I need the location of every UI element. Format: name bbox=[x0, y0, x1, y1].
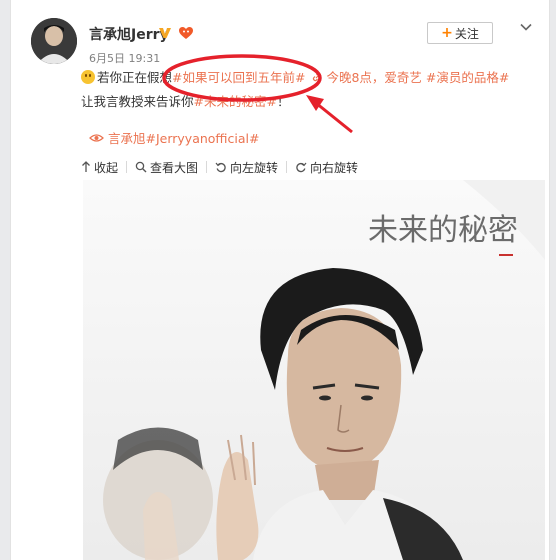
link-icon bbox=[313, 72, 322, 82]
toolbar-divider bbox=[126, 161, 128, 173]
image-toolbar: 收起 查看大图 向左旋转 向右旋转 bbox=[81, 156, 358, 178]
tongue-emoji-icon bbox=[81, 70, 95, 84]
view-large-image-button[interactable]: 查看大图 bbox=[135, 159, 198, 176]
verified-v-icon bbox=[159, 28, 171, 38]
plus-icon: + bbox=[441, 25, 453, 41]
collapse-label: 收起 bbox=[94, 160, 119, 175]
photo-watermark-title: 未来的秘密 bbox=[368, 213, 518, 248]
weibo-post-card: 言承旭Jerry 6月5日 19:31 + 关注 若你正在假想#如果可以回到五年… bbox=[10, 0, 550, 560]
toolbar-divider bbox=[286, 161, 288, 173]
post-text-part3: ！ bbox=[276, 94, 290, 109]
author-name[interactable]: 言承旭Jerry bbox=[89, 24, 169, 44]
magnifier-icon bbox=[135, 161, 147, 173]
rotate-right-button[interactable]: 向右旋转 bbox=[295, 159, 358, 176]
rotate-left-icon bbox=[215, 162, 226, 173]
iqiyi-link[interactable]: 今晚8点，爱奇艺 bbox=[326, 70, 421, 85]
super-topic-link[interactable]: 言承旭#Jerryyanofficial# bbox=[89, 128, 259, 147]
post-text: 若你正在假想#如果可以回到五年前# 今晚8点，爱奇艺 #演员的品格# 让我言教授… bbox=[81, 66, 541, 114]
rotate-right-icon bbox=[296, 162, 307, 173]
post-timestamp[interactable]: 6月5日 19:31 bbox=[89, 50, 160, 66]
post-photo[interactable]: 未来的秘密 bbox=[83, 180, 545, 560]
rotate-left-button[interactable]: 向左旋转 bbox=[215, 159, 278, 176]
post-text-part1: 若你正在假想 bbox=[97, 70, 173, 85]
eye-icon bbox=[89, 134, 104, 142]
weibo-member-icon[interactable] bbox=[178, 25, 194, 41]
follow-label: 关注 bbox=[454, 26, 479, 41]
rotate-right-label: 向右旋转 bbox=[310, 160, 359, 175]
hashtag-actor-character[interactable]: #演员的品格# bbox=[426, 70, 509, 85]
author-avatar[interactable] bbox=[31, 18, 77, 64]
follow-button[interactable]: + 关注 bbox=[427, 22, 493, 44]
post-text-part2: 让我言教授来告诉你 bbox=[81, 94, 194, 109]
rotate-left-label: 向左旋转 bbox=[230, 160, 279, 175]
hashtag-if-five-years-ago[interactable]: #如果可以回到五年前# bbox=[172, 70, 305, 85]
toolbar-divider bbox=[206, 161, 208, 173]
collapse-button[interactable]: 收起 bbox=[81, 159, 118, 176]
arrow-up-icon bbox=[82, 161, 90, 172]
super-topic-label: 言承旭#Jerryyanofficial# bbox=[108, 131, 260, 146]
chevron-down-icon[interactable] bbox=[519, 20, 533, 34]
view-large-label: 查看大图 bbox=[150, 160, 199, 175]
hashtag-future-secret[interactable]: #未来的秘密# bbox=[194, 94, 277, 109]
